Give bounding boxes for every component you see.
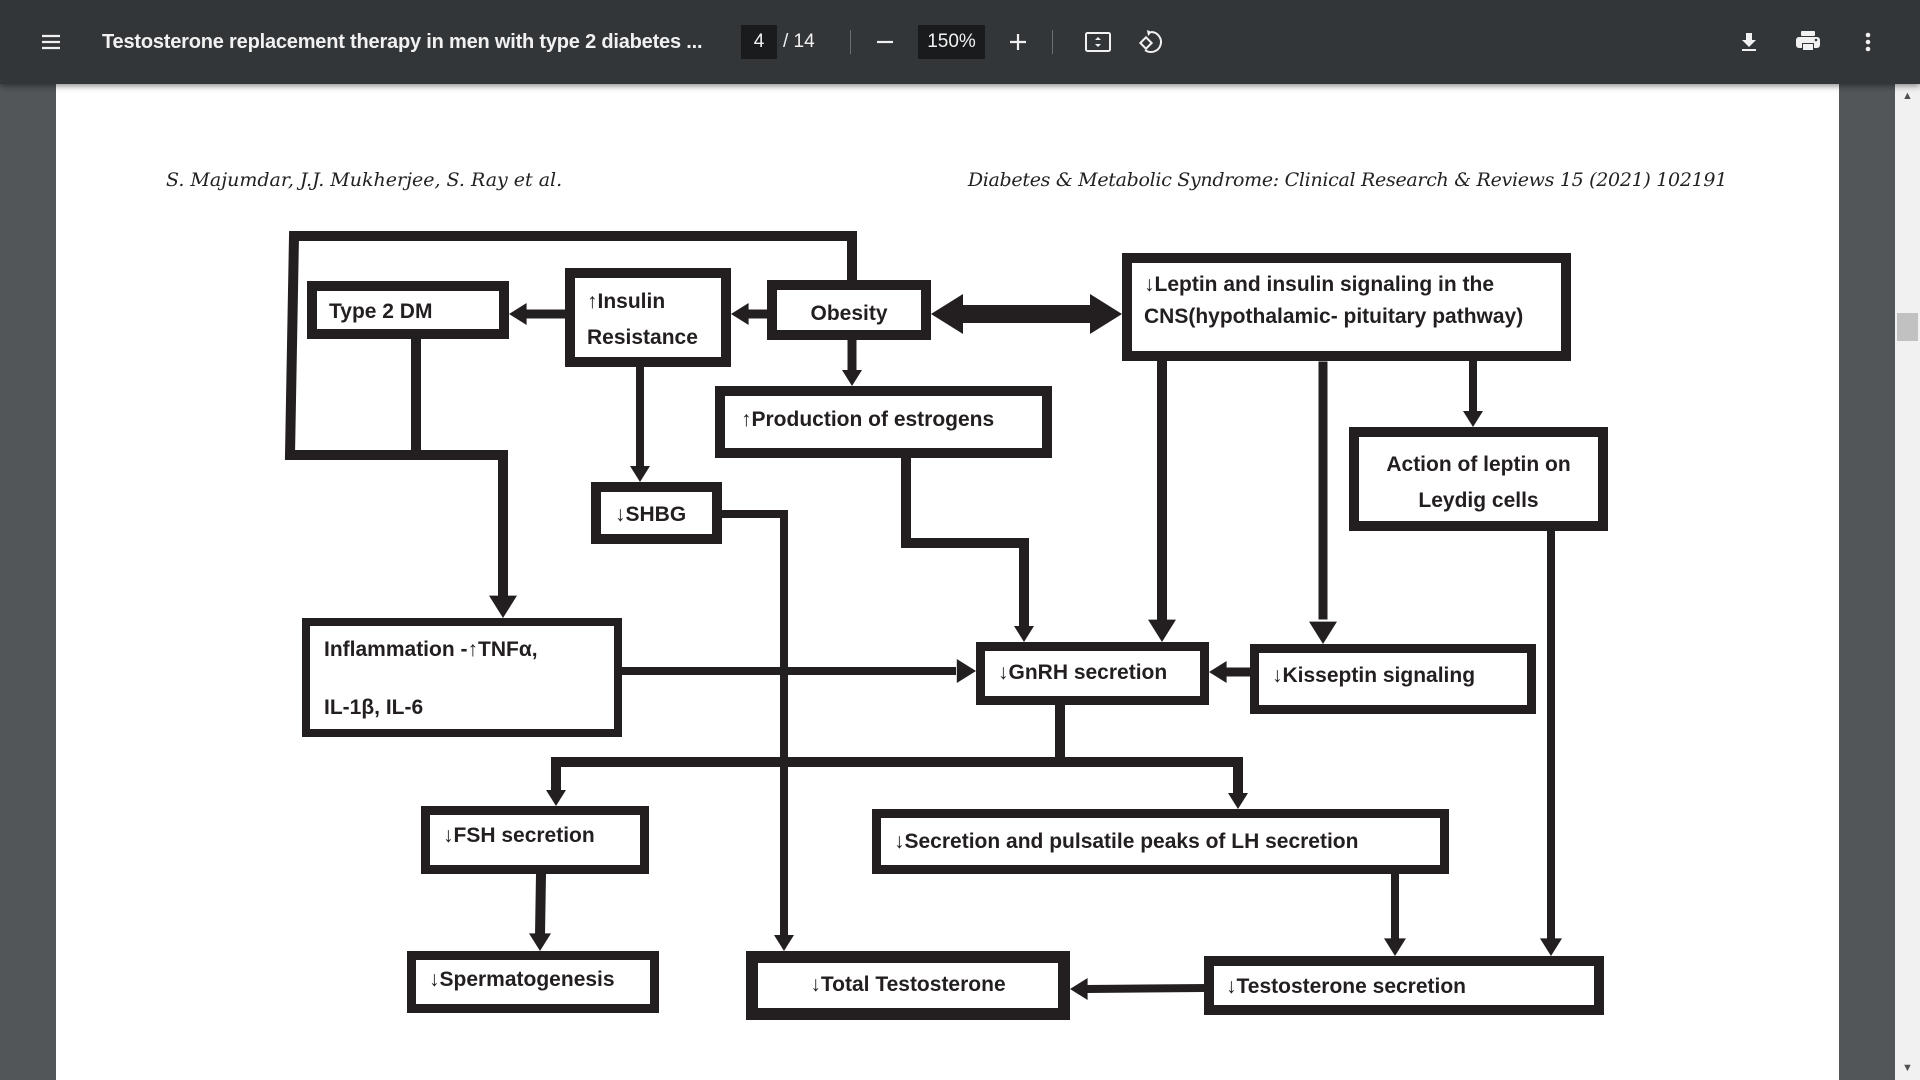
- box-label: Resistance: [587, 326, 698, 349]
- scrollbar-thumb[interactable]: [1897, 313, 1918, 341]
- rotate-button[interactable]: [1131, 22, 1171, 62]
- connector-line: [551, 757, 1243, 797]
- box-label: Type 2 DM: [329, 300, 432, 323]
- toolbar-divider: [1052, 30, 1053, 54]
- arrowhead: [1090, 294, 1122, 334]
- box-inflammation: Inflammation -↑TNFα, IL-1β, IL-6: [302, 618, 622, 737]
- arrowhead: [529, 933, 551, 951]
- box-shbg: ↓SHBG: [591, 482, 722, 544]
- scroll-down-arrow[interactable]: ▼: [1900, 1062, 1915, 1074]
- box-total-testosterone: ↓Total Testosterone: [746, 951, 1070, 1020]
- print-icon: [1796, 31, 1820, 52]
- box-testosterone-secretion: ↓Testosterone secretion: [1204, 956, 1604, 1015]
- box-label: ↓FSH secretion: [443, 824, 595, 847]
- connector-line: [534, 868, 547, 941]
- zoom-out-button[interactable]: [865, 22, 905, 62]
- box-leydig: Action of leptin on Leydig cells: [1349, 427, 1608, 531]
- arrowhead: [1228, 793, 1248, 809]
- box-label: ↑Production of estrogens: [741, 408, 994, 431]
- page-number-input[interactable]: 4: [741, 25, 777, 59]
- arrowhead: [630, 466, 650, 482]
- box-spermatogenesis: ↓Spermatogenesis: [407, 951, 659, 1013]
- box-leptin-cns: ↓Leptin and insulin signaling in the CNS(…: [1122, 253, 1571, 361]
- rotate-counterclockwise-icon: [1138, 30, 1162, 53]
- print-button[interactable]: [1788, 22, 1828, 62]
- arrowhead: [931, 294, 963, 334]
- arrowhead: [1209, 661, 1227, 683]
- box-obesity: Obesity: [767, 280, 931, 340]
- box-label: IL-1β, IL-6: [324, 696, 423, 719]
- box-insulin: ↑Insulin Resistance: [565, 268, 731, 367]
- box-label: ↓GnRH secretion: [998, 661, 1167, 684]
- arrowhead: [731, 303, 749, 325]
- box-gnrh: ↓GnRH secretion: [976, 642, 1209, 705]
- page-total: / 14: [783, 31, 815, 52]
- toolbar-divider: [850, 30, 851, 54]
- arrowhead: [546, 790, 566, 806]
- menu-button[interactable]: [31, 22, 71, 62]
- box-label: ↓Total Testosterone: [810, 973, 1005, 996]
- more-options-button[interactable]: [1848, 22, 1888, 62]
- box-label: CNS(hypothalamic- pituitary pathway): [1144, 305, 1523, 328]
- box-label: Leydig cells: [1418, 489, 1538, 512]
- box-type2dm: Type 2 DM: [307, 281, 509, 339]
- connector-line: [718, 510, 788, 939]
- box-label: ↓Testosterone secretion: [1226, 975, 1466, 998]
- box-label: ↓Secretion and pulsatile peaks of LH sec…: [894, 830, 1358, 853]
- download-button[interactable]: [1729, 22, 1769, 62]
- arrowhead: [956, 659, 976, 683]
- box-label: ↓Kisseptin signaling: [1272, 664, 1475, 687]
- vertical-scrollbar[interactable]: [1895, 84, 1920, 1080]
- box-label: Obesity: [810, 302, 887, 325]
- arrowhead: [1070, 978, 1088, 1000]
- zoom-level-input[interactable]: 150%: [918, 25, 985, 59]
- arrowhead: [509, 303, 527, 325]
- box-label: ↑Insulin: [587, 290, 665, 313]
- connector-line: [1085, 983, 1209, 994]
- box-label: ↓Spermatogenesis: [429, 968, 615, 991]
- arrowhead: [774, 935, 794, 951]
- arrowhead: [1014, 626, 1034, 642]
- fit-to-page-icon: [1085, 32, 1111, 52]
- hamburger-menu-icon: [42, 34, 60, 50]
- box-estrogens: ↑Production of estrogens: [715, 386, 1052, 458]
- box-label: Action of leptin on: [1386, 453, 1570, 476]
- box-label: ↓Leptin and insulin signaling in the: [1144, 273, 1494, 296]
- flowchart-boxes: Type 2 DM ↑Insulin Resistance Obesity ↓Lepti…: [302, 253, 1608, 1020]
- box-lh: ↓Secretion and pulsatile peaks of LH sec…: [872, 809, 1449, 874]
- pdf-toolbar: Testosterone replacement therapy in men …: [0, 0, 1920, 84]
- box-label: Inflammation -↑TNFα,: [324, 638, 538, 661]
- fit-to-page-button[interactable]: [1078, 22, 1118, 62]
- arrowhead: [1148, 619, 1176, 642]
- zoom-in-button[interactable]: [998, 22, 1038, 62]
- box-fsh: ↓FSH secretion: [421, 806, 649, 874]
- arrowhead: [1463, 411, 1483, 427]
- box-kisspeptin: ↓Kisseptin signaling: [1250, 644, 1536, 714]
- document-title: Testosterone replacement therapy in men …: [102, 30, 703, 53]
- pathophysiology-flowchart: Type 2 DM ↑Insulin Resistance Obesity ↓Lepti…: [284, 231, 1608, 1020]
- arrowhead: [1309, 621, 1337, 644]
- more-vertical-icon: [1865, 32, 1871, 52]
- box-label: ↓SHBG: [615, 503, 686, 526]
- download-icon: [1742, 33, 1756, 51]
- arrowhead: [1384, 938, 1406, 956]
- connector-line: [901, 453, 1029, 631]
- plus-icon: [1010, 34, 1026, 50]
- scroll-up-arrow[interactable]: ▲: [1900, 90, 1915, 102]
- arrowhead: [489, 595, 517, 618]
- minus-icon: [877, 40, 893, 44]
- arrowhead: [842, 370, 862, 386]
- arrowhead: [1540, 938, 1562, 956]
